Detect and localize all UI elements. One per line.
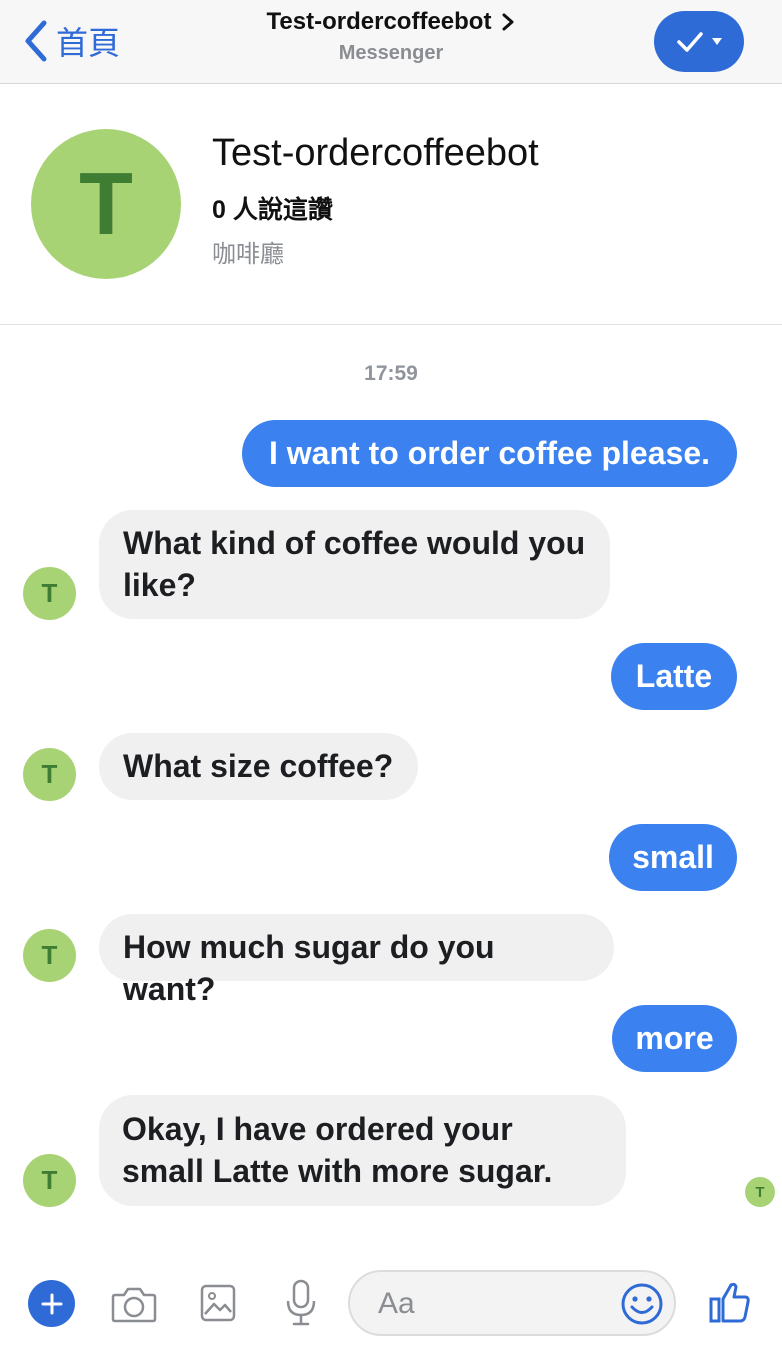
voice-button[interactable]: [282, 1278, 320, 1328]
message-text: What kind of coffee would you like?: [123, 525, 586, 603]
outgoing-message[interactable]: small: [609, 824, 737, 891]
message-text: more: [635, 1020, 714, 1056]
emoji-icon[interactable]: [620, 1282, 664, 1326]
message-text: What size coffee?: [123, 748, 394, 784]
message-input[interactable]: [376, 1282, 600, 1326]
page-name: Test-ordercoffeebot: [212, 132, 539, 174]
mark-done-button[interactable]: [654, 11, 744, 72]
thumbs-up-icon: [709, 1282, 750, 1323]
bot-avatar-letter: T: [41, 759, 58, 789]
bot-avatar-letter: T: [41, 1165, 58, 1195]
camera-icon: [111, 1287, 157, 1323]
message-text: Latte: [635, 658, 713, 694]
bot-avatar[interactable]: T: [23, 929, 76, 982]
read-receipt-letter: T: [755, 1183, 765, 1201]
outgoing-message[interactable]: more: [612, 1005, 737, 1072]
incoming-message[interactable]: What size coffee?: [99, 733, 418, 800]
outgoing-message[interactable]: Latte: [611, 643, 737, 710]
plus-icon: [41, 1293, 62, 1314]
conversation-title-text: Test-ordercoffeebot: [266, 8, 492, 35]
message-text: Okay, I have ordered your small Latte wi…: [122, 1111, 553, 1189]
message-timestamp: 17:59: [364, 362, 418, 385]
more-actions-button[interactable]: [28, 1280, 75, 1327]
camera-button[interactable]: [110, 1280, 158, 1328]
outgoing-message[interactable]: I want to order coffee please.: [242, 420, 737, 487]
page-category: 咖啡廳: [212, 241, 284, 268]
read-receipt-avatar: T: [745, 1177, 775, 1207]
message-input-container: [348, 1270, 676, 1336]
message-text: small: [632, 839, 714, 875]
bot-avatar[interactable]: T: [23, 1154, 76, 1207]
page-likes: 0 人說這讚: [212, 196, 333, 224]
message-text: How much sugar do you want?: [123, 929, 495, 1007]
page-avatar[interactable]: T: [31, 129, 181, 279]
image-icon: [200, 1284, 236, 1322]
photo-button[interactable]: [198, 1282, 238, 1324]
like-button[interactable]: [708, 1280, 752, 1324]
checkmark-icon: [677, 31, 703, 52]
page-avatar-letter: T: [79, 154, 133, 253]
composer-toolbar: [0, 1248, 782, 1352]
incoming-message[interactable]: How much sugar do you want?: [99, 914, 614, 1007]
message-text: I want to order coffee please.: [269, 435, 710, 471]
bot-avatar-letter: T: [41, 940, 58, 970]
profile-header: T Test-ordercoffeebot 0 人說這讚 咖啡廳: [0, 84, 782, 325]
bot-avatar-letter: T: [41, 578, 58, 608]
top-bar: 首頁 Test-ordercoffeebot Messenger: [0, 0, 782, 84]
incoming-message[interactable]: What kind of coffee would you like?: [99, 510, 610, 619]
bot-avatar[interactable]: T: [23, 748, 76, 801]
incoming-message[interactable]: Okay, I have ordered your small Latte wi…: [99, 1095, 626, 1206]
conversation-title[interactable]: Test-ordercoffeebot: [267, 8, 516, 36]
bot-avatar[interactable]: T: [23, 567, 76, 620]
caret-down-icon: [712, 37, 722, 45]
chevron-right-icon: [502, 13, 514, 31]
microphone-icon: [286, 1279, 316, 1326]
